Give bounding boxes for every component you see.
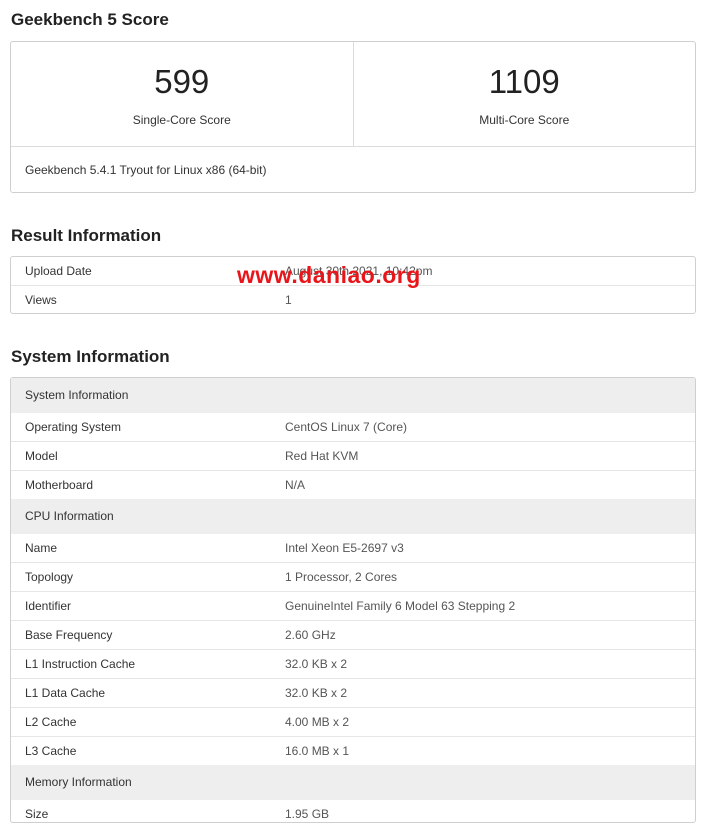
table-row: L1 Instruction Cache 32.0 KB x 2 — [11, 649, 695, 678]
system-section-title: System Information — [11, 347, 170, 366]
group-header-cpu: CPU Information — [11, 499, 695, 534]
single-core-label: Single-Core Score — [132, 113, 231, 127]
group-header-memory: Memory Information — [11, 765, 695, 800]
row-value: 1 Processor, 2 Cores — [285, 570, 398, 584]
row-key: Name — [25, 541, 58, 555]
row-value: 1.95 GB — [285, 807, 330, 821]
row-value: 32.0 KB x 2 — [285, 686, 348, 700]
row-key: L1 Instruction Cache — [25, 657, 136, 671]
row-value: 16.0 MB x 1 — [285, 744, 350, 758]
single-core-score: 599 — [154, 63, 210, 100]
table-row: L2 Cache 4.00 MB x 2 — [11, 707, 695, 736]
row-key: Views — [25, 293, 57, 307]
row-key: Identifier — [25, 599, 72, 613]
table-row: Operating System CentOS Linux 7 (Core) — [11, 413, 695, 441]
row-value: Intel Xeon E5-2697 v3 — [285, 541, 404, 555]
table-row: Motherboard N/A — [11, 470, 695, 499]
score-row: 599 Single-Core Score 1109 Multi-Core Sc… — [11, 42, 695, 147]
row-key: Base Frequency — [25, 628, 113, 642]
watermark: www.daniao.org — [237, 262, 421, 288]
row-key: L1 Data Cache — [25, 686, 106, 700]
table-row: Base Frequency 2.60 GHz — [11, 620, 695, 649]
row-value: 1 — [285, 293, 292, 307]
row-value: Red Hat KVM — [285, 449, 359, 463]
result-section-title: Result Information — [11, 226, 162, 245]
score-section-title: Geekbench 5 Score — [11, 10, 169, 29]
row-value: CentOS Linux 7 (Core) — [285, 420, 408, 434]
row-key: Operating System — [25, 420, 122, 434]
table-row: Model Red Hat KVM — [11, 441, 695, 470]
table-row: Identifier GenuineIntel Family 6 Model 6… — [11, 591, 695, 620]
group-header-system: System Information — [11, 378, 695, 413]
system-table: System Information Operating System Cent… — [10, 377, 696, 823]
row-value: 2.60 GHz — [285, 628, 336, 642]
row-key: Topology — [25, 570, 74, 584]
row-value: 4.00 MB x 2 — [285, 715, 350, 729]
row-key: L2 Cache — [25, 715, 77, 729]
row-value: 32.0 KB x 2 — [285, 657, 348, 671]
table-row: L1 Data Cache 32.0 KB x 2 — [11, 678, 695, 707]
table-row: L3 Cache 16.0 MB x 1 — [11, 736, 695, 765]
multi-core-cell: 1109 Multi-Core Score — [352, 42, 696, 146]
row-key: Motherboard — [25, 478, 94, 492]
table-row: Size 1.95 GB — [11, 800, 695, 822]
row-value: N/A — [285, 478, 306, 492]
row-key: Size — [25, 807, 49, 821]
row-key: Model — [25, 449, 58, 463]
row-key: L3 Cache — [25, 744, 77, 758]
table-row: Name Intel Xeon E5-2697 v3 — [11, 534, 695, 562]
row-value: GenuineIntel Family 6 Model 63 Stepping … — [285, 599, 516, 613]
table-row: Views 1 — [11, 285, 695, 313]
single-core-cell: 599 Single-Core Score — [11, 42, 353, 146]
multi-core-label: Multi-Core Score — [479, 113, 570, 127]
benchmark-version: Geekbench 5.4.1 Tryout for Linux x86 (64… — [25, 163, 267, 177]
score-card: 599 Single-Core Score 1109 Multi-Core Sc… — [10, 41, 696, 193]
multi-core-score: 1109 — [488, 63, 560, 100]
table-row: Topology 1 Processor, 2 Cores — [11, 562, 695, 591]
